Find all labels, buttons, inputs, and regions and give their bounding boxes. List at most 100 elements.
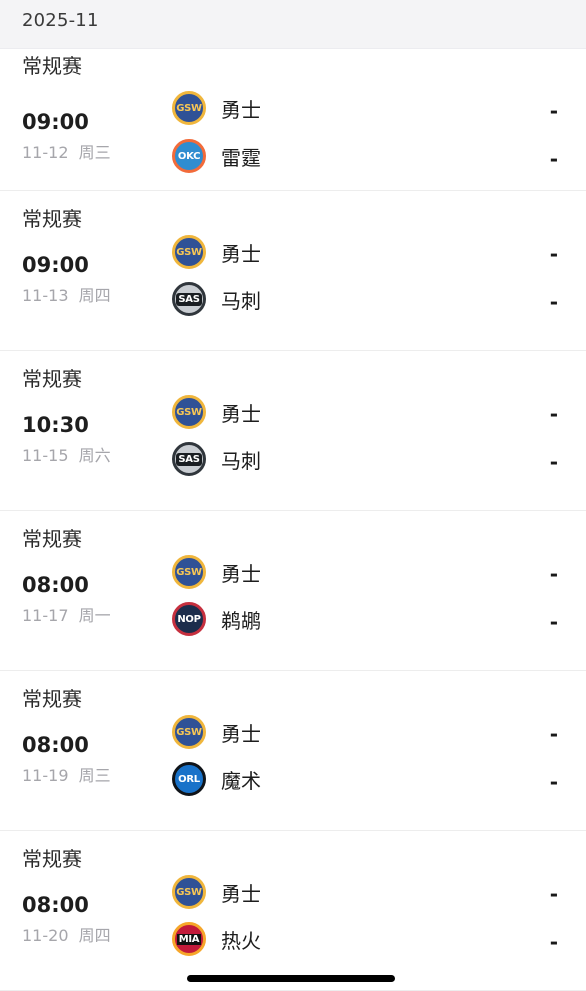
game-time: 08:00 bbox=[22, 733, 89, 757]
home-score: - bbox=[549, 242, 558, 266]
logo-abbr: MIA bbox=[176, 933, 202, 945]
home-team[interactable]: GSW 勇士 bbox=[172, 89, 261, 127]
gsw-logo-icon: GSW bbox=[172, 715, 206, 749]
game-card[interactable]: 常规赛 08:00 11-17 周一 GSW 勇士 - NOP 鹈鹕 - bbox=[0, 511, 586, 671]
game-date: 11-12 周三 bbox=[22, 139, 111, 163]
game-date: 11-19 周三 bbox=[22, 762, 111, 786]
home-team[interactable]: GSW 勇士 bbox=[172, 393, 261, 431]
logo-abbr: NOP bbox=[177, 613, 201, 625]
game-card[interactable]: 常规赛 08:00 11-19 周三 GSW 勇士 - ORL 魔术 - bbox=[0, 671, 586, 831]
away-team[interactable]: ORL 魔术 bbox=[172, 760, 261, 798]
game-type-label: 常规赛 bbox=[22, 54, 82, 78]
okc-logo-icon: OKC bbox=[172, 139, 206, 173]
game-weekday: 周六 bbox=[78, 446, 111, 465]
logo-abbr: SAS bbox=[176, 292, 202, 306]
logo-abbr: OKC bbox=[177, 150, 201, 162]
game-card[interactable]: 常规赛 10:30 11-15 周六 GSW 勇士 - SAS 马刺 - bbox=[0, 351, 586, 511]
home-score: - bbox=[549, 402, 558, 426]
away-team[interactable]: SAS 马刺 bbox=[172, 440, 261, 478]
away-team-name: 马刺 bbox=[221, 448, 261, 473]
home-team-name: 勇士 bbox=[221, 97, 261, 122]
gsw-logo-icon: GSW bbox=[172, 235, 206, 269]
sas-logo-icon: SAS bbox=[172, 442, 206, 476]
game-date-value: 11-17 bbox=[22, 606, 69, 625]
month-label: 2025-11 bbox=[22, 10, 99, 31]
game-time: 08:00 bbox=[22, 893, 89, 917]
month-header: 2025-11 bbox=[0, 0, 586, 49]
game-date-value: 11-12 bbox=[22, 143, 69, 162]
logo-abbr: GSW bbox=[176, 102, 202, 114]
logo-abbr: GSW bbox=[176, 566, 202, 578]
away-score: - bbox=[549, 290, 558, 314]
away-team[interactable]: MIA 热火 bbox=[172, 920, 261, 958]
game-list: 常规赛 09:00 11-12 周三 GSW 勇士 - OKC 雷霆 - 常规赛… bbox=[0, 48, 586, 991]
game-date: 11-17 周一 bbox=[22, 602, 111, 626]
away-team[interactable]: NOP 鹈鹕 bbox=[172, 600, 261, 638]
logo-abbr: ORL bbox=[178, 773, 200, 785]
game-type-label: 常规赛 bbox=[22, 207, 82, 231]
away-team[interactable]: SAS 马刺 bbox=[172, 280, 261, 318]
game-date: 11-13 周四 bbox=[22, 282, 111, 306]
away-team[interactable]: OKC 雷霆 bbox=[172, 137, 261, 175]
game-time: 09:00 bbox=[22, 110, 89, 134]
home-score: - bbox=[549, 99, 558, 123]
gsw-logo-icon: GSW bbox=[172, 555, 206, 589]
sas-logo-icon: SAS bbox=[172, 282, 206, 316]
away-score: - bbox=[549, 770, 558, 794]
game-type-label: 常规赛 bbox=[22, 687, 82, 711]
game-date: 11-20 周四 bbox=[22, 922, 111, 946]
game-time: 09:00 bbox=[22, 253, 89, 277]
away-score: - bbox=[549, 610, 558, 634]
home-team-name: 勇士 bbox=[221, 721, 261, 746]
game-type-label: 常规赛 bbox=[22, 527, 82, 551]
logo-abbr: GSW bbox=[176, 726, 202, 738]
game-date-value: 11-20 bbox=[22, 926, 69, 945]
game-date: 11-15 周六 bbox=[22, 442, 111, 466]
away-team-name: 魔术 bbox=[221, 768, 261, 793]
logo-abbr: GSW bbox=[176, 246, 202, 258]
game-time: 08:00 bbox=[22, 573, 89, 597]
gsw-logo-icon: GSW bbox=[172, 395, 206, 429]
game-weekday: 周三 bbox=[78, 143, 111, 162]
logo-abbr: GSW bbox=[176, 406, 202, 418]
away-score: - bbox=[549, 930, 558, 954]
home-score: - bbox=[549, 722, 558, 746]
away-team-name: 鹈鹕 bbox=[221, 608, 261, 633]
nop-logo-icon: NOP bbox=[172, 602, 206, 636]
game-time: 10:30 bbox=[22, 413, 89, 437]
game-type-label: 常规赛 bbox=[22, 367, 82, 391]
home-team-name: 勇士 bbox=[221, 881, 261, 906]
away-team-name: 热火 bbox=[221, 928, 261, 953]
home-team[interactable]: GSW 勇士 bbox=[172, 233, 261, 271]
away-team-name: 雷霆 bbox=[221, 145, 261, 170]
game-date-value: 11-13 bbox=[22, 286, 69, 305]
gsw-logo-icon: GSW bbox=[172, 91, 206, 125]
game-date-value: 11-15 bbox=[22, 446, 69, 465]
game-card[interactable]: 常规赛 08:00 11-20 周四 GSW 勇士 - MIA 热火 - bbox=[0, 831, 586, 991]
home-team[interactable]: GSW 勇士 bbox=[172, 713, 261, 751]
game-date-value: 11-19 bbox=[22, 766, 69, 785]
away-score: - bbox=[549, 147, 558, 171]
game-type-label: 常规赛 bbox=[22, 847, 82, 871]
game-card[interactable]: 常规赛 09:00 11-12 周三 GSW 勇士 - OKC 雷霆 - bbox=[0, 48, 586, 191]
gsw-logo-icon: GSW bbox=[172, 875, 206, 909]
home-team-name: 勇士 bbox=[221, 561, 261, 586]
home-score: - bbox=[549, 882, 558, 906]
game-weekday: 周四 bbox=[78, 286, 111, 305]
away-team-name: 马刺 bbox=[221, 288, 261, 313]
orl-logo-icon: ORL bbox=[172, 762, 206, 796]
game-card[interactable]: 常规赛 09:00 11-13 周四 GSW 勇士 - SAS 马刺 - bbox=[0, 191, 586, 351]
mia-logo-icon: MIA bbox=[172, 922, 206, 956]
home-score: - bbox=[549, 562, 558, 586]
logo-abbr: GSW bbox=[176, 886, 202, 898]
home-team[interactable]: GSW 勇士 bbox=[172, 553, 261, 591]
game-weekday: 周一 bbox=[78, 606, 111, 625]
game-weekday: 周四 bbox=[78, 926, 111, 945]
home-team-name: 勇士 bbox=[221, 241, 261, 266]
home-team[interactable]: GSW 勇士 bbox=[172, 873, 261, 911]
logo-abbr: SAS bbox=[176, 452, 202, 466]
home-indicator[interactable] bbox=[187, 975, 395, 982]
home-team-name: 勇士 bbox=[221, 401, 261, 426]
game-weekday: 周三 bbox=[78, 766, 111, 785]
away-score: - bbox=[549, 450, 558, 474]
